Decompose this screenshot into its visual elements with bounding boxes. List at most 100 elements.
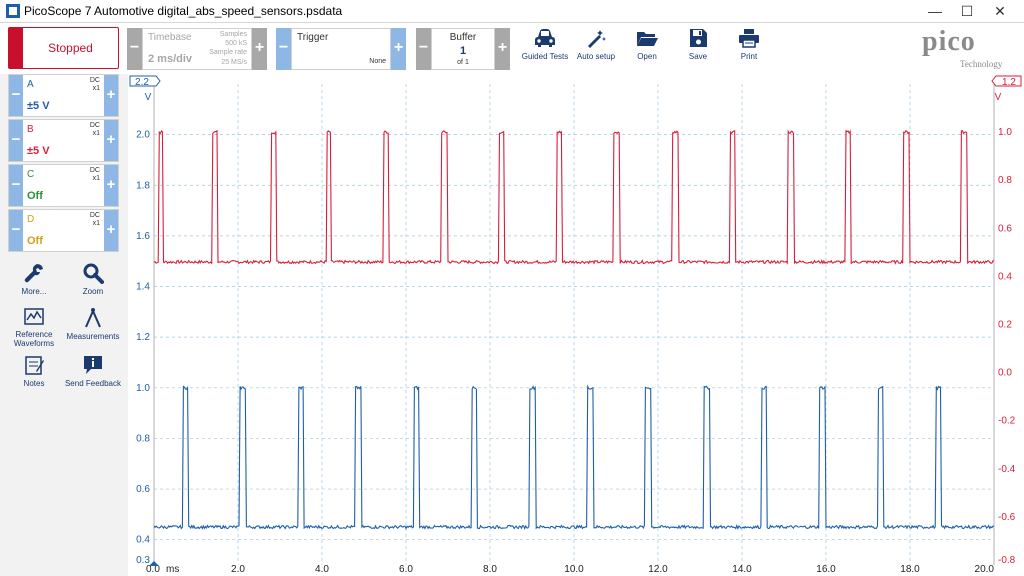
auto-setup-button[interactable]: Auto setup <box>570 28 622 61</box>
app-icon <box>6 4 20 18</box>
samples-label: Samples <box>219 31 247 38</box>
buffer-next-button[interactable]: + <box>495 28 510 70</box>
right-axis-top-label: 1.2 <box>1002 77 1016 88</box>
right-axis-tick-label: 0.4 <box>998 271 1012 282</box>
channel-a-control[interactable]: − A DC x1 ±5 V + <box>8 74 119 117</box>
measurements-label: Measurements <box>66 332 120 341</box>
guided-tests-button[interactable]: Guided Tests <box>519 28 571 61</box>
channel-d-name: D <box>27 214 35 225</box>
wrench-icon <box>24 264 43 283</box>
channel-b-control[interactable]: − B DC x1 ±5 V + <box>8 119 119 162</box>
scope-plot[interactable]: 2.0 1.8 1.6 1.4 1.2 1.0 0.8 0.6 0.4 1.0 0.8 0.6 0.4 0… <box>128 74 1024 576</box>
buffer-previous-button[interactable]: − <box>416 28 431 70</box>
channel-a-increase-button[interactable]: + <box>104 75 118 116</box>
right-axis-unit: V <box>995 92 1002 103</box>
waveform-icon <box>24 308 44 325</box>
feedback-icon <box>84 356 102 374</box>
buffer-control: Buffer 1 of 1 <box>431 28 495 70</box>
x-axis-tick-label: 18.0 <box>900 564 920 575</box>
channel-b-increase-button[interactable]: + <box>104 120 118 161</box>
guided-tests-label: Guided Tests <box>521 52 569 61</box>
printer-icon <box>739 29 759 48</box>
trigger-mode: None <box>369 58 386 65</box>
measurements-button[interactable]: Measurements <box>63 307 123 341</box>
trigger-increase-button[interactable]: + <box>391 28 406 70</box>
buffer-of: of 1 <box>457 59 469 66</box>
notes-button[interactable]: Notes <box>4 354 64 388</box>
trigger-decrease-button[interactable]: − <box>276 28 291 70</box>
x-axis-tick-label: 16.0 <box>816 564 836 575</box>
notes-label: Notes <box>23 379 45 388</box>
left-axis-tick-label: 1.2 <box>136 332 150 343</box>
open-button[interactable]: Open <box>621 28 673 61</box>
channel-d-coupling: DC x1 <box>89 212 100 227</box>
channel-d-control[interactable]: − D DC x1 Off + <box>8 209 119 252</box>
pico-logo-subtitle: Technology <box>960 59 1003 69</box>
timebase-increase-button[interactable]: + <box>252 28 267 70</box>
run-stop-button[interactable]: Stopped <box>8 27 119 69</box>
channel-a-decrease-button[interactable]: − <box>9 75 23 116</box>
maximize-button[interactable]: ☐ <box>950 0 984 22</box>
car-icon <box>535 29 555 47</box>
left-axis-tick-label: 0.4 <box>136 535 150 546</box>
right-axis-tick-label: -0.6 <box>998 512 1016 523</box>
trigger-control[interactable]: Trigger None <box>291 28 391 70</box>
reference-waveforms-button[interactable]: Reference Waveforms <box>4 307 64 348</box>
left-axis-tick-label: 0.6 <box>136 484 150 495</box>
right-axis-tick-label: 1.0 <box>998 127 1012 138</box>
left-axis-tick-label: 1.0 <box>136 383 150 394</box>
x-axis-tick-label: 8.0 <box>483 564 497 575</box>
sample-rate-value: 25 MS/s <box>221 59 247 66</box>
buffer-label: Buffer <box>449 32 477 43</box>
compass-icon <box>85 308 101 328</box>
timebase-control[interactable]: Timebase 2 ms/div Samples 500 kS Sample … <box>142 28 252 70</box>
close-button[interactable]: ✕ <box>983 0 1017 22</box>
timebase-decrease-button[interactable]: − <box>127 28 142 70</box>
channel-b-name: B <box>27 124 34 135</box>
window-title: PicoScope 7 Automotive digital_abs_speed… <box>24 4 343 18</box>
channel-b-decrease-button[interactable]: − <box>9 120 23 161</box>
channel-d-decrease-button[interactable]: − <box>9 210 23 251</box>
channel-c-range: Off <box>27 190 43 202</box>
sample-rate-label: Sample rate <box>209 49 247 56</box>
channel-b-range: ±5 V <box>27 145 50 157</box>
zoom-label: Zoom <box>82 287 104 296</box>
floppy-icon <box>690 29 707 47</box>
run-state-label: Stopped <box>48 41 93 55</box>
right-axis-tick-label: 0.6 <box>998 223 1012 234</box>
x-axis-tick-label: 6.0 <box>399 564 413 575</box>
timebase-value: 2 ms/div <box>148 53 193 65</box>
zoom-button[interactable]: Zoom <box>63 262 123 296</box>
left-axis-tick-label: 1.4 <box>136 282 150 293</box>
channel-c-coupling: DC x1 <box>89 167 100 182</box>
channel-b-coupling: DC x1 <box>89 122 100 137</box>
print-button[interactable]: Print <box>723 28 775 61</box>
more-tools-button[interactable]: More... <box>4 262 64 296</box>
run-state-indicator <box>9 28 23 68</box>
x-axis-tick-label: 20.0 <box>975 564 995 575</box>
x-axis-unit: ms <box>166 564 179 575</box>
left-axis-tick-label: 1.8 <box>136 180 150 191</box>
channel-c-decrease-button[interactable]: − <box>9 165 23 206</box>
title-bar: PicoScope 7 Automotive digital_abs_speed… <box>0 0 1024 23</box>
left-axis-top-label: 2.2 <box>135 77 149 88</box>
channel-d-range: Off <box>27 235 43 247</box>
right-axis-tick-label: 0.8 <box>998 175 1012 186</box>
x-axis-tick-label: 2.0 <box>231 564 245 575</box>
channel-c-increase-button[interactable]: + <box>104 165 118 206</box>
minimize-button[interactable]: — <box>918 0 952 22</box>
right-axis-tick-label: 0.0 <box>998 368 1012 379</box>
save-button[interactable]: Save <box>672 28 724 61</box>
print-label: Print <box>740 52 758 61</box>
folder-icon <box>637 32 658 46</box>
channel-c-control[interactable]: − C DC x1 Off + <box>8 164 119 207</box>
channel-a-name: A <box>27 79 34 90</box>
right-axis-tick-label: -0.2 <box>998 416 1016 427</box>
magic-wand-icon <box>588 30 606 48</box>
x-axis-tick-label: 4.0 <box>315 564 329 575</box>
channel-d-increase-button[interactable]: + <box>104 210 118 251</box>
left-axis-tick-label: 2.0 <box>136 130 150 141</box>
send-feedback-button[interactable]: Send Feedback <box>63 354 123 388</box>
timebase-label: Timebase <box>148 32 192 43</box>
x-axis-tick-label: 12.0 <box>648 564 668 575</box>
